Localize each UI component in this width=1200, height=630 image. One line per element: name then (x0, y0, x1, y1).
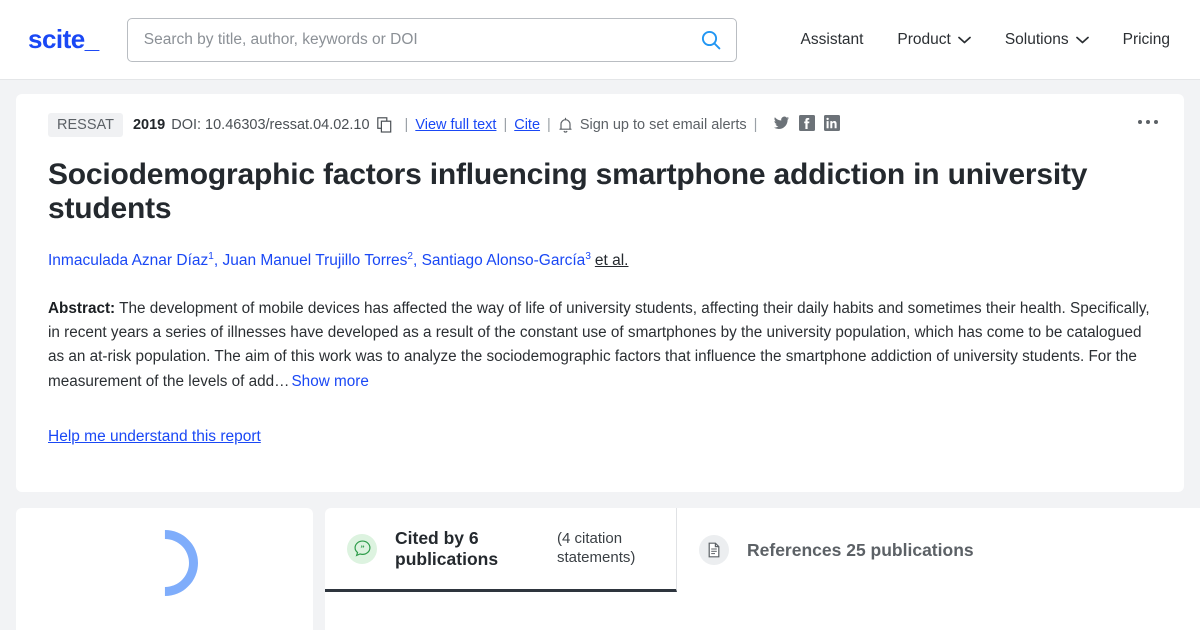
view-full-text-link[interactable]: View full text (415, 117, 496, 133)
copy-doi-button[interactable] (376, 117, 392, 133)
facebook-share-button[interactable] (799, 115, 816, 135)
paper-meta-row: RESSAT 2019 DOI: 10.46303/ressat.04.02.1… (48, 112, 1154, 138)
abstract-label: Abstract: (48, 300, 116, 318)
tab-references-label: References 25 publications (747, 539, 974, 560)
document-glyph (708, 542, 720, 558)
main-nav: Assistant Product Solutions Pricing (801, 31, 1176, 49)
author-link[interactable]: Santiago Alonso-García (422, 252, 586, 269)
search-button[interactable] (694, 23, 728, 57)
bell-icon (559, 117, 572, 133)
separator: | (503, 117, 508, 133)
svg-text:”: ” (360, 544, 364, 553)
search-input[interactable] (143, 30, 694, 49)
paper-card: RESSAT 2019 DOI: 10.46303/ressat.04.02.1… (16, 94, 1184, 492)
separator: | (404, 117, 409, 133)
nav-label: Pricing (1122, 30, 1170, 48)
chevron-down-icon (1075, 36, 1089, 43)
page-title: Sociodemographic factors influencing sma… (48, 158, 1088, 225)
email-alerts-label[interactable]: Sign up to set email alerts (580, 117, 747, 133)
tab-cited-by-label: Cited by 6 publications (395, 527, 499, 569)
nav-label: Solutions (1004, 30, 1069, 48)
search-box[interactable] (126, 17, 737, 62)
author-list: Inmaculada Aznar Díaz1, Juan Manuel Truj… (48, 250, 629, 269)
separator: | (753, 117, 758, 133)
nav-item-assistant[interactable]: Assistant (801, 31, 864, 49)
abstract-body: The development of mobile devices has af… (48, 300, 1150, 390)
twitter-share-button[interactable] (773, 115, 790, 136)
journal-badge: RESSAT (48, 113, 123, 137)
tab-references[interactable]: References 25 publications (677, 508, 998, 592)
social-share-group (773, 115, 841, 136)
separator: | (547, 117, 551, 133)
et-al-link[interactable]: et al. (595, 252, 629, 269)
publication-tabs: ” Cited by 6 publications (4 citation st… (325, 508, 1200, 630)
author-affiliation: 3 (585, 250, 591, 262)
chevron-down-icon (957, 36, 971, 43)
tab-cited-by[interactable]: ” Cited by 6 publications (4 citation st… (325, 508, 677, 592)
email-alert-button[interactable] (558, 117, 573, 134)
overflow-menu-button[interactable] (1138, 120, 1158, 124)
tab-cited-by-sub: (4 citation statements) (557, 529, 636, 566)
document-icon (699, 535, 729, 565)
publication-year: 2019 (132, 117, 166, 133)
scite-logo[interactable]: scite_ (28, 24, 99, 55)
author-link[interactable]: Inmaculada Aznar Díaz (48, 252, 208, 269)
cite-link[interactable]: Cite (514, 117, 540, 133)
loading-spinner (117, 516, 212, 610)
linkedin-icon (824, 115, 841, 131)
copy-icon (376, 117, 391, 133)
site-header: scite_ Assistant Product Solutions Pr (0, 0, 1200, 80)
nav-item-product[interactable]: Product (897, 30, 971, 49)
nav-item-pricing[interactable]: Pricing (1123, 31, 1170, 49)
twitter-icon (774, 116, 790, 129)
search-icon (701, 30, 721, 49)
nav-item-solutions[interactable]: Solutions (1005, 31, 1089, 49)
nav-label: Product (897, 30, 951, 48)
author-link[interactable]: Juan Manuel Trujillo Torres (222, 252, 407, 269)
facebook-icon (799, 115, 816, 131)
quote-bubble-glyph: ” (353, 540, 371, 557)
dot (1154, 120, 1158, 124)
dot (1138, 120, 1142, 124)
show-more-link[interactable]: Show more (291, 373, 368, 390)
linkedin-share-button[interactable] (824, 115, 841, 135)
abstract-text: Abstract: The development of mobile devi… (48, 297, 1154, 394)
bottom-section: ” Cited by 6 publications (4 citation st… (16, 508, 1200, 630)
doi-text: DOI: 10.46303/ressat.04.02.10 (171, 117, 370, 133)
help-understand-report-link[interactable]: Help me understand this report (48, 428, 261, 446)
quote-bubble-icon: ” (347, 533, 377, 564)
nav-label: Assistant (800, 30, 864, 48)
citation-chart-card (16, 508, 313, 630)
dot (1146, 120, 1150, 124)
